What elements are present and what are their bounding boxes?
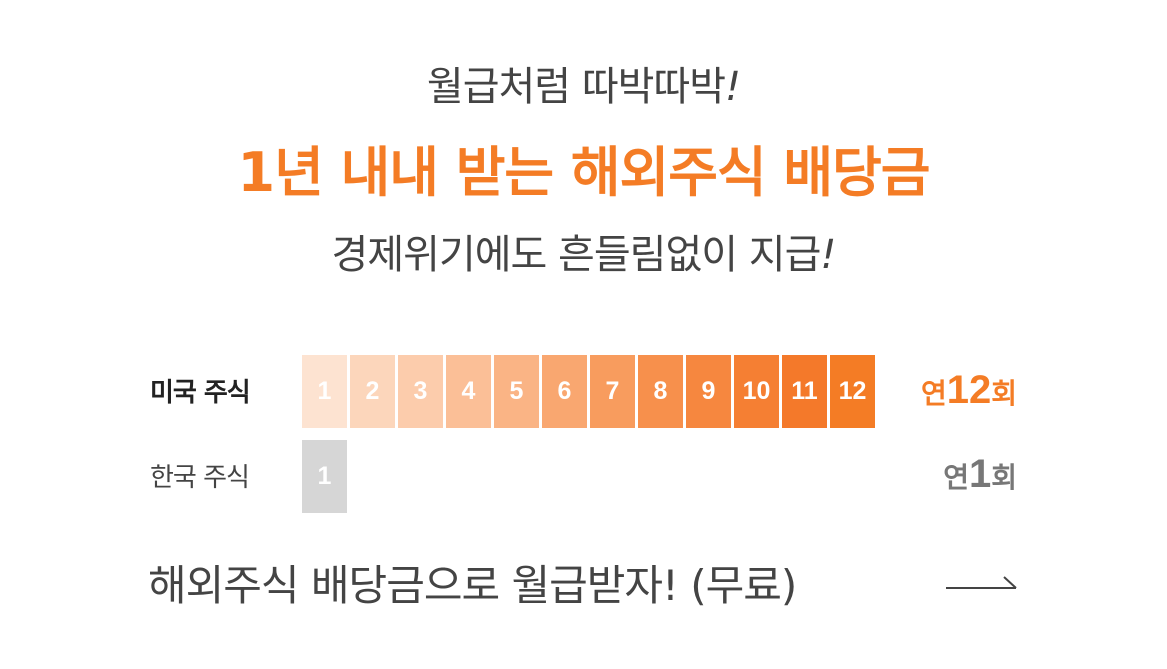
kr-month-cell: 1 — [302, 440, 347, 513]
kr-freq-count: 1 — [968, 452, 992, 496]
us-month-cell: 12 — [830, 355, 875, 428]
cta-link[interactable]: 해외주식 배당금으로 월급받자! (무료) — [148, 552, 797, 613]
us-month-cell: 9 — [686, 355, 731, 428]
kr-dividend-frequency: 연1회 — [943, 452, 1017, 497]
us-month-cell: 2 — [350, 355, 395, 428]
us-freq-suffix: 회 — [991, 377, 1017, 410]
us-month-cell: 10 — [734, 355, 779, 428]
long-right-arrow-icon[interactable] — [944, 572, 1020, 594]
headline-main: 1년 내내 받는 해외주식 배당금 — [237, 141, 931, 204]
us-freq-count: 12 — [946, 368, 992, 412]
kr-dividend-months: 1 — [302, 440, 347, 513]
headline-line-1-mark: ! — [725, 64, 741, 110]
us-dividend-frequency: 연12회 — [921, 368, 1017, 413]
us-month-cell: 4 — [446, 355, 491, 428]
us-month-cell: 3 — [398, 355, 443, 428]
us-month-cell: 11 — [782, 355, 827, 428]
kr-freq-prefix: 연 — [943, 461, 969, 494]
headline-line-3-mark: ! — [820, 232, 836, 278]
us-stock-label: 미국 주식 — [150, 378, 251, 408]
us-month-cell: 5 — [494, 355, 539, 428]
kr-stock-label: 한국 주식 — [150, 463, 250, 493]
kr-freq-suffix: 회 — [991, 461, 1017, 494]
us-month-cell: 1 — [302, 355, 347, 428]
headline-line-3: 경제위기에도 흔들림없이 지급! — [0, 222, 1167, 280]
headline-line-3-text: 경제위기에도 흔들림없이 지급 — [331, 232, 822, 278]
us-month-cell: 6 — [542, 355, 587, 428]
us-freq-prefix: 연 — [920, 377, 947, 410]
headline-line-1: 월급처럼 따박따박! — [0, 54, 1167, 112]
us-month-cell: 8 — [638, 355, 683, 428]
us-month-cell: 7 — [590, 355, 635, 428]
headline-line-1-text: 월급처럼 따박따박 — [426, 64, 726, 110]
us-dividend-months: 1 2 3 4 5 6 7 8 9 10 11 12 — [302, 355, 875, 428]
